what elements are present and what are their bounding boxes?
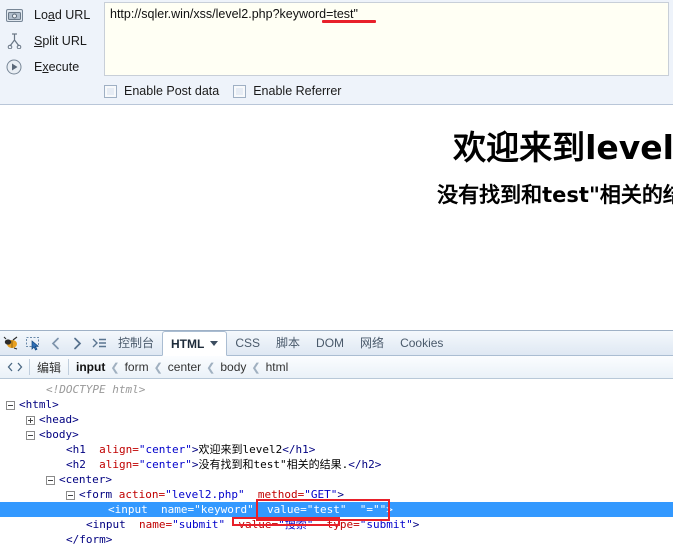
tree-row-h1[interactable]: <h1 align="center">欢迎来到level2</h1> [0, 442, 673, 457]
browser-page-content: 欢迎来到level2 没有找到和test"相关的结果. KEY [0, 105, 673, 330]
edit-button[interactable]: 编辑 [33, 359, 65, 376]
firebug-breadcrumb-bar: 编辑 input ❮ form ❮ center ❮ body ❮ html [0, 356, 673, 379]
list-options-icon[interactable] [88, 331, 110, 355]
tree-row-input-submit[interactable]: <input name="submit" value="搜索" type="su… [0, 517, 673, 532]
page-title: 欢迎来到level2 [453, 128, 673, 167]
breadcrumb-separator-icon: ❮ [110, 361, 120, 374]
checkbox-box [233, 84, 247, 98]
back-arrow-icon[interactable] [44, 331, 66, 355]
split-url-label: Split URL [34, 34, 87, 48]
tab-html[interactable]: HTML [162, 331, 228, 356]
divider [68, 359, 70, 375]
execute-label: Execute [34, 60, 80, 74]
breadcrumb-separator-icon: ❮ [206, 361, 216, 374]
tab-console[interactable]: 控制台 [110, 331, 162, 355]
url-text: http://sqler.win/xss/level2.php?keyword=… [110, 7, 358, 21]
view-source-icon[interactable] [4, 355, 26, 379]
expand-toggle-icon[interactable] [26, 415, 35, 425]
tree-row-h2[interactable]: <h2 align="center">没有找到和test"相关的结果.</h2> [0, 457, 673, 472]
split-url-icon [4, 31, 24, 51]
tree-row-html[interactable]: <html> [0, 397, 673, 412]
load-url-button[interactable]: Load URL [0, 2, 100, 28]
tree-row-center[interactable]: <center> [0, 472, 673, 487]
chevron-down-icon [210, 341, 219, 346]
screenshot-root: Load URL Split URL Execute http://sqler.… [0, 0, 673, 552]
breadcrumb-separator-icon: ❮ [153, 361, 163, 374]
execute-button[interactable]: Execute [0, 54, 100, 80]
load-url-label: Load URL [34, 8, 91, 22]
split-url-button[interactable]: Split URL [0, 28, 100, 54]
breadcrumb-separator-icon: ❮ [251, 361, 261, 374]
url-input[interactable]: http://sqler.win/xss/level2.php?keyword=… [104, 2, 669, 76]
collapse-toggle-icon[interactable] [46, 475, 55, 485]
tab-css[interactable]: CSS [227, 331, 268, 355]
html-source-tree[interactable]: <!DOCTYPE html> <html> <head> <body> <h1… [0, 380, 673, 552]
breadcrumb-item-input[interactable]: input [72, 360, 109, 374]
enable-referrer-label: Enable Referrer [253, 84, 342, 98]
divider [29, 359, 30, 375]
red-underline-annotation [322, 20, 376, 23]
forward-arrow-icon[interactable] [66, 331, 88, 355]
tree-row-body[interactable]: <body> [0, 427, 673, 442]
tab-script[interactable]: 脚本 [268, 331, 308, 355]
tab-net[interactable]: 网络 [352, 331, 392, 355]
breadcrumb-item-center[interactable]: center [164, 360, 205, 374]
enable-post-data-label: Enable Post data [124, 84, 220, 98]
hackbar-actions: Load URL Split URL Execute [0, 0, 100, 80]
firebug-panel: 控制台 HTML CSS 脚本 DOM 网络 Cookies 编辑 input … [0, 330, 673, 552]
enable-referrer-checkbox[interactable]: Enable Referrer [233, 84, 341, 98]
hackbar-panel: Load URL Split URL Execute http://sqler.… [0, 0, 673, 105]
collapse-toggle-icon[interactable] [66, 490, 75, 500]
tree-row-form[interactable]: <form action="level2.php" method="GET"> [0, 487, 673, 502]
tree-row-doctype: <!DOCTYPE html> [46, 383, 146, 396]
page-subtitle: 没有找到和test"相关的结果. [437, 183, 673, 207]
tree-row-input-keyword[interactable]: <input name="keyword" value="test" "=""> [0, 502, 673, 517]
checkbox-box [104, 84, 117, 98]
inspect-element-icon[interactable] [22, 331, 44, 355]
breadcrumb-item-html[interactable]: html [262, 360, 293, 374]
breadcrumb-item-form[interactable]: form [121, 360, 153, 374]
breadcrumb-item-body[interactable]: body [216, 360, 250, 374]
firebug-tabbar: 控制台 HTML CSS 脚本 DOM 网络 Cookies [0, 331, 673, 356]
hackbar-options: Enable Post data Enable Referrer [104, 80, 341, 102]
enable-post-data-checkbox[interactable]: Enable Post data [104, 84, 219, 98]
collapse-toggle-icon[interactable] [26, 430, 35, 440]
firebug-bug-icon[interactable] [0, 331, 22, 355]
tab-cookies[interactable]: Cookies [392, 331, 451, 355]
tree-row-form-close[interactable]: </form> [0, 532, 673, 547]
collapse-toggle-icon[interactable] [6, 400, 15, 410]
tab-dom[interactable]: DOM [308, 331, 352, 355]
execute-icon [4, 57, 24, 77]
tree-row-head[interactable]: <head> [0, 412, 673, 427]
load-url-icon [4, 5, 24, 25]
